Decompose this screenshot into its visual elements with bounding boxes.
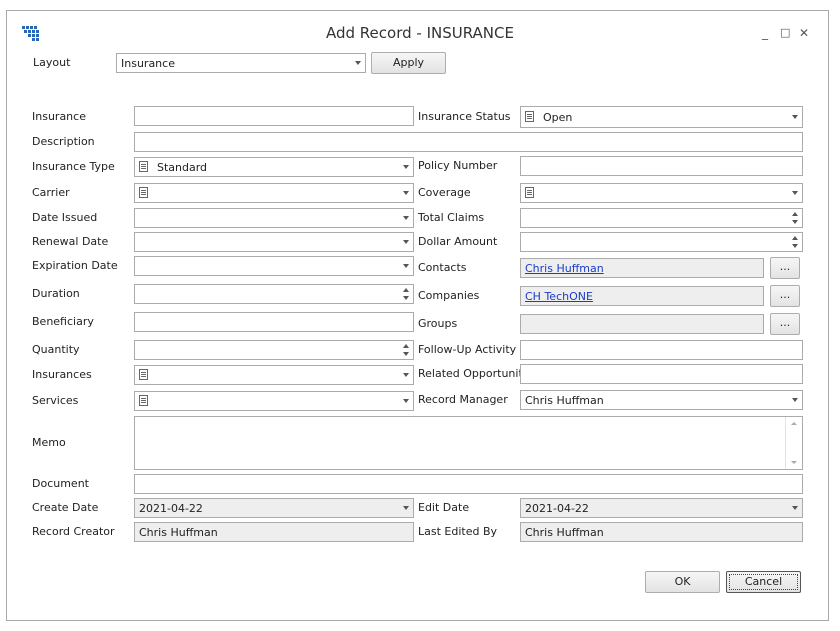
- contacts-link[interactable]: Chris Huffman: [525, 262, 604, 275]
- chevron-down-icon: [403, 191, 409, 195]
- window-title: Add Record - INSURANCE: [326, 24, 514, 42]
- edit-date-picker[interactable]: 2021-04-22: [520, 498, 803, 518]
- memo-textarea[interactable]: [134, 416, 803, 470]
- companies-label: Companies: [418, 289, 480, 302]
- layout-select-value: Insurance: [121, 57, 175, 70]
- description-input[interactable]: [134, 132, 803, 152]
- document-icon: [525, 111, 534, 122]
- insurance-input[interactable]: [134, 106, 414, 126]
- related-opportunity-label: Related Opportunity: [418, 367, 530, 380]
- maximize-button[interactable]: □: [780, 26, 790, 40]
- chevron-down-icon: [403, 216, 409, 220]
- related-opportunity-input[interactable]: [520, 364, 803, 384]
- chevron-down-icon: [792, 115, 798, 119]
- spinner-arrows-icon[interactable]: [402, 343, 411, 357]
- document-icon: [139, 187, 148, 198]
- chevron-down-icon: [792, 398, 798, 402]
- insurances-select[interactable]: [134, 365, 414, 385]
- last-edited-by-field: Chris Huffman: [520, 522, 803, 542]
- minimize-button[interactable]: _: [762, 26, 768, 40]
- document-label: Document: [32, 477, 89, 490]
- layout-label: Layout: [33, 56, 71, 69]
- insurance-type-select[interactable]: Standard: [134, 157, 414, 177]
- insurance-status-select[interactable]: Open: [520, 106, 803, 128]
- services-label: Services: [32, 394, 79, 407]
- contacts-field[interactable]: Chris Huffman: [520, 258, 764, 278]
- groups-field[interactable]: [520, 314, 764, 334]
- chevron-down-icon: [403, 264, 409, 268]
- ok-button[interactable]: OK: [645, 571, 720, 593]
- quantity-label: Quantity: [32, 343, 80, 356]
- spinner-arrows-icon[interactable]: [402, 287, 411, 301]
- groups-label: Groups: [418, 317, 458, 330]
- record-manager-label: Record Manager: [418, 393, 508, 406]
- chevron-down-icon: [403, 373, 409, 377]
- document-input[interactable]: [134, 474, 803, 494]
- close-button[interactable]: ✕: [799, 26, 809, 40]
- chevron-down-icon: [403, 399, 409, 403]
- policy-number-input[interactable]: [520, 156, 803, 176]
- quantity-stepper[interactable]: [134, 340, 414, 360]
- coverage-label: Coverage: [418, 186, 471, 199]
- beneficiary-input[interactable]: [134, 312, 414, 332]
- companies-link[interactable]: CH TechONE: [525, 290, 593, 303]
- record-manager-select[interactable]: Chris Huffman: [520, 390, 803, 410]
- renewal-date-picker[interactable]: [134, 232, 414, 252]
- create-date-picker[interactable]: 2021-04-22: [134, 498, 414, 518]
- renewal-date-label: Renewal Date: [32, 235, 109, 248]
- last-edited-by-label: Last Edited By: [418, 525, 498, 538]
- cancel-button-label: Cancel: [744, 575, 783, 588]
- total-claims-label: Total Claims: [418, 211, 485, 224]
- contacts-browse-button[interactable]: ...: [770, 257, 800, 279]
- carrier-label: Carrier: [32, 186, 70, 199]
- insurances-label: Insurances: [32, 368, 92, 381]
- companies-field[interactable]: CH TechONE: [520, 286, 764, 306]
- total-claims-stepper[interactable]: [520, 208, 803, 228]
- duration-stepper[interactable]: [134, 284, 414, 304]
- contacts-label: Contacts: [418, 261, 467, 274]
- record-creator-label: Record Creator: [32, 525, 115, 538]
- follow-up-activity-label: Follow-Up Activity: [418, 343, 517, 356]
- chevron-down-icon: [792, 191, 798, 195]
- layout-select[interactable]: Insurance: [116, 53, 366, 73]
- expiration-date-picker[interactable]: [134, 256, 414, 276]
- date-issued-picker[interactable]: [134, 208, 414, 228]
- duration-label: Duration: [32, 287, 80, 300]
- expiration-date-label: Expiration Date: [32, 259, 118, 272]
- dollar-amount-label: Dollar Amount: [418, 235, 498, 248]
- document-icon: [139, 369, 148, 380]
- description-label: Description: [32, 135, 95, 148]
- services-select[interactable]: [134, 391, 414, 411]
- create-date-label: Create Date: [32, 501, 99, 514]
- policy-number-label: Policy Number: [418, 159, 498, 172]
- insurance-status-label: Insurance Status: [418, 110, 511, 123]
- coverage-select[interactable]: [520, 183, 803, 203]
- insurance-type-label: Insurance Type: [32, 160, 115, 173]
- insurance-label: Insurance: [32, 110, 86, 123]
- document-icon: [139, 395, 148, 406]
- follow-up-activity-input[interactable]: [520, 340, 803, 360]
- memo-label: Memo: [32, 436, 66, 449]
- spinner-arrows-icon[interactable]: [791, 211, 800, 225]
- chevron-down-icon: [403, 165, 409, 169]
- document-icon: [525, 187, 534, 198]
- chevron-down-icon: [403, 506, 409, 510]
- carrier-select[interactable]: [134, 183, 414, 203]
- chevron-down-icon: [355, 61, 361, 65]
- apply-button[interactable]: Apply: [371, 52, 446, 74]
- spinner-arrows-icon[interactable]: [791, 235, 800, 249]
- groups-browse-button[interactable]: ...: [770, 313, 800, 335]
- memo-scrollbar[interactable]: [785, 417, 802, 469]
- beneficiary-label: Beneficiary: [32, 315, 94, 328]
- document-icon: [139, 161, 148, 172]
- record-creator-field: Chris Huffman: [134, 522, 414, 542]
- dollar-amount-stepper[interactable]: [520, 232, 803, 252]
- companies-browse-button[interactable]: ...: [770, 285, 800, 307]
- cancel-button[interactable]: Cancel: [726, 571, 801, 593]
- chevron-down-icon: [792, 506, 798, 510]
- edit-date-label: Edit Date: [418, 501, 470, 514]
- chevron-down-icon: [403, 240, 409, 244]
- date-issued-label: Date Issued: [32, 211, 98, 224]
